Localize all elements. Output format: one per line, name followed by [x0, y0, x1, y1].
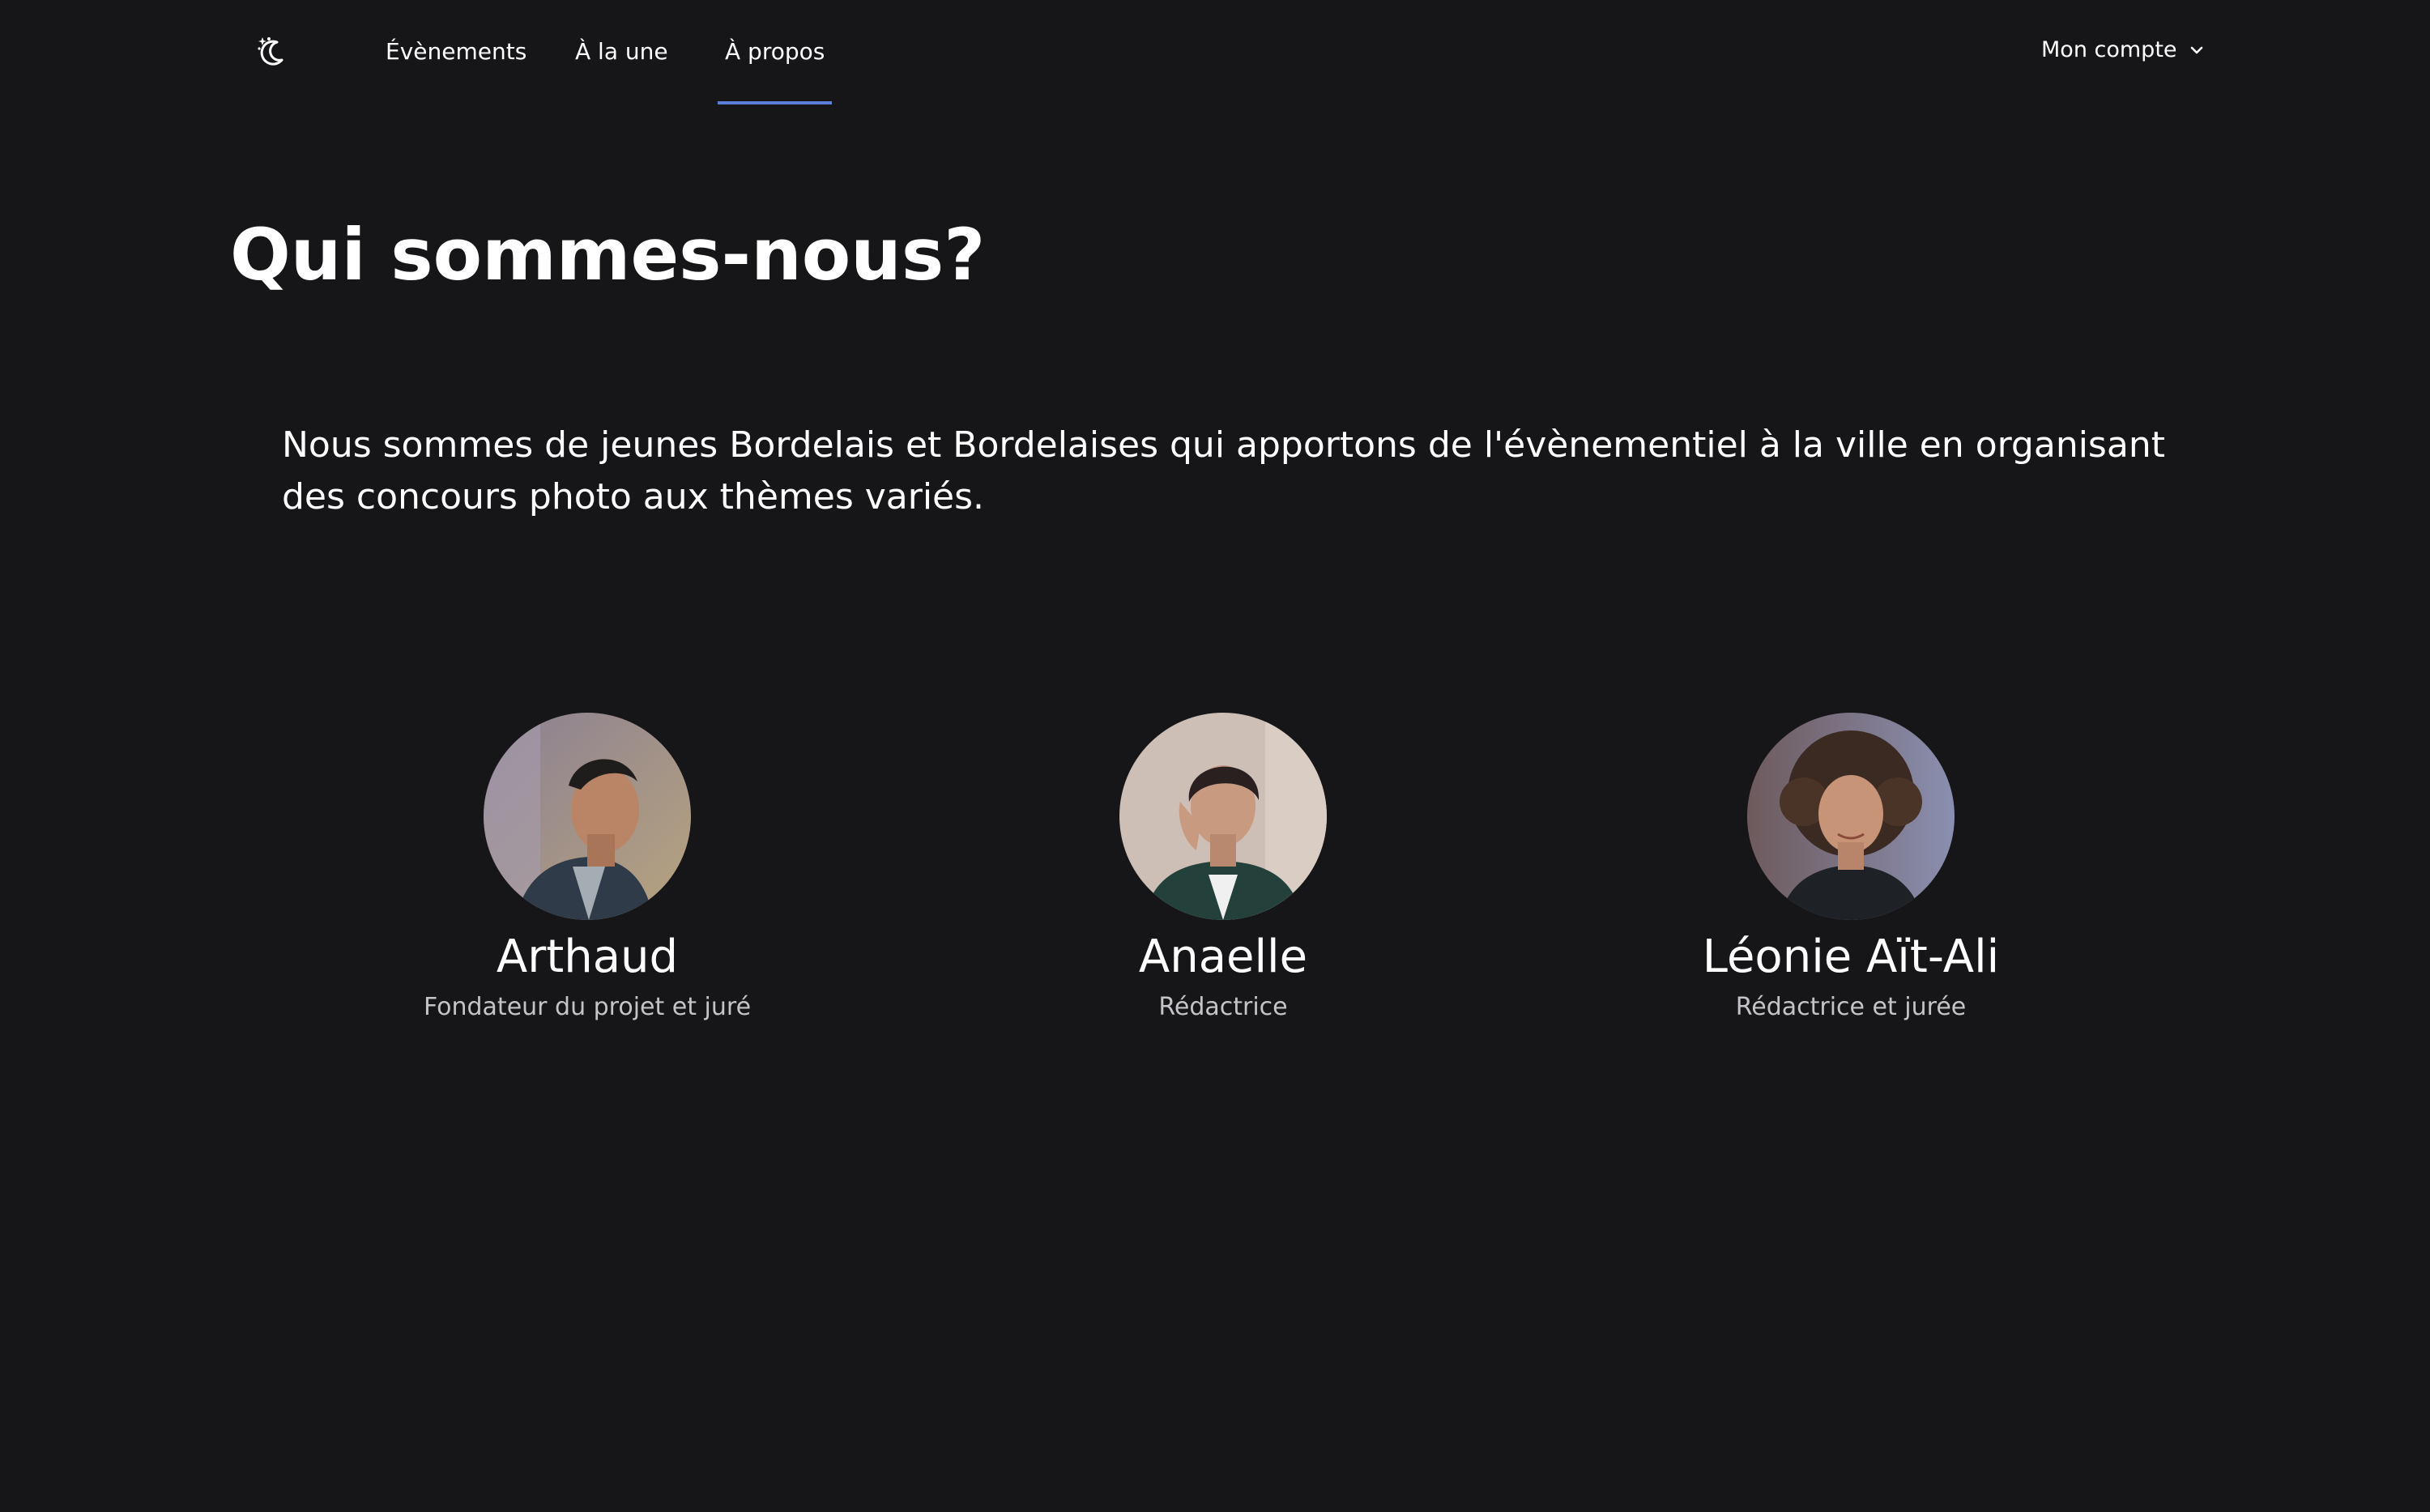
nav-link-evenements[interactable]: Évènements — [386, 37, 526, 66]
avatar — [484, 713, 691, 920]
moon-stars-icon — [258, 37, 284, 66]
team-member-card: Arthaud Fondateur du projet et juré — [344, 713, 830, 1024]
chevron-down-icon — [2190, 46, 2202, 54]
member-role: Rédactrice et jurée — [1735, 993, 1967, 1021]
team-member-card: Anaelle Rédactrice — [980, 713, 1466, 1024]
top-navigation: Évènements À la une À propos Mon compte — [0, 0, 2430, 105]
member-role: Rédactrice — [1158, 993, 1288, 1021]
member-name: Arthaud — [496, 931, 679, 983]
member-name: Léonie Aït-Ali — [1702, 931, 2000, 983]
account-menu-button[interactable]: Mon compte — [2041, 36, 2205, 65]
avatar — [1747, 713, 1955, 920]
nav-link-a-la-une[interactable]: À la une — [575, 37, 668, 66]
member-role: Fondateur du projet et juré — [423, 993, 752, 1021]
avatar — [1119, 713, 1327, 920]
team-member-card: Léonie Aït-Ali Rédactrice et jurée — [1608, 713, 2094, 1024]
page-title: Qui sommes-nous? — [230, 213, 986, 296]
home-logo-link[interactable] — [253, 32, 290, 70]
portrait-photo — [1119, 713, 1327, 920]
member-name: Anaelle — [1138, 931, 1308, 983]
portrait-photo — [1747, 713, 1955, 920]
portrait-photo — [484, 713, 691, 920]
intro-paragraph: Nous sommes de jeunes Bordelais et Borde… — [282, 424, 2165, 517]
account-label: Mon compte — [2041, 37, 2177, 62]
nav-link-a-propos[interactable]: À propos — [717, 37, 833, 104]
